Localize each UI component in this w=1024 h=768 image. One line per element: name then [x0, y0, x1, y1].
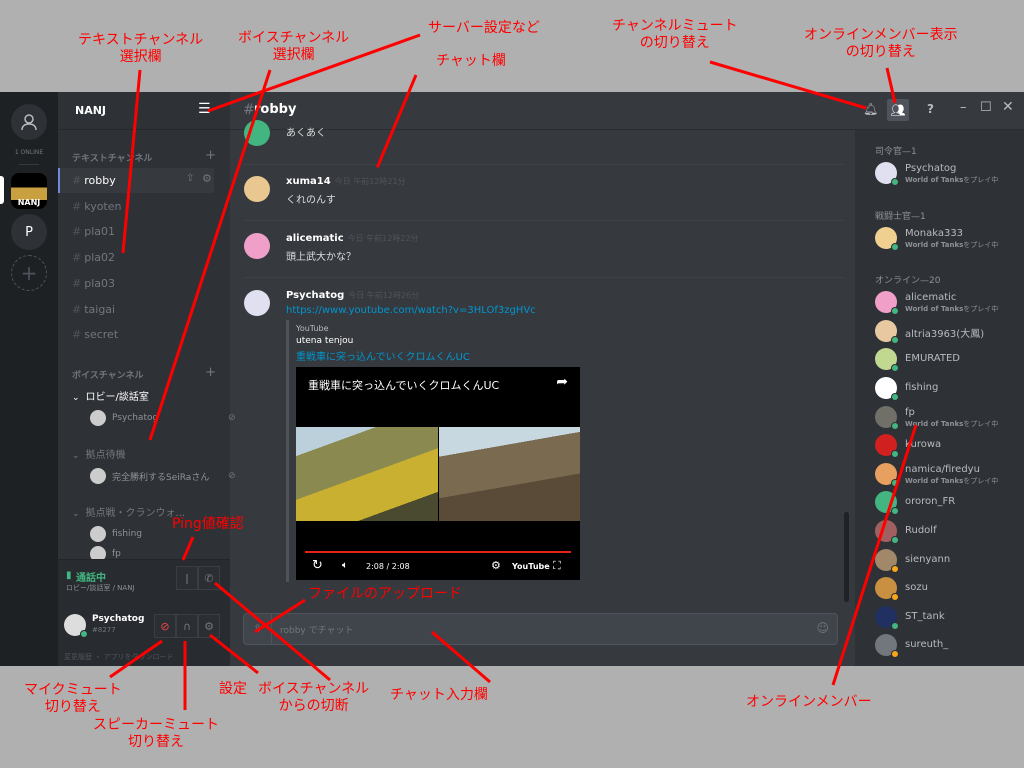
annotation-mic: マイクミュート 切り替え — [24, 682, 122, 716]
annotation-chat-input: チャット入力欄 — [390, 687, 488, 704]
annotation-online-members: オンラインメンバー — [746, 694, 872, 711]
annotation-label: マイクミュート 切り替え — [24, 682, 122, 715]
annotation-chat-area: チャット欄 — [436, 53, 506, 70]
annotation-label: オンラインメンバー — [746, 694, 872, 710]
annotation-label: チャット入力欄 — [390, 687, 488, 703]
annotation-label: サーバー設定など — [428, 20, 540, 36]
annotation-server-settings: サーバー設定など — [428, 20, 540, 37]
annotation-member-toggle: オンラインメンバー表示 の切り替え — [804, 27, 958, 61]
annotation-ping: Ping値確認 — [172, 516, 244, 533]
annotation-label: Ping値確認 — [172, 516, 244, 532]
annotation-label: ファイルのアップロード — [308, 586, 462, 602]
annotation-label: チャット欄 — [436, 53, 506, 69]
annotation-channel-mute: チャンネルミュート の切り替え — [612, 18, 738, 52]
annotation-label: スピーカーミュート 切り替え — [93, 717, 219, 750]
annotation-label: テキストチャンネル 選択欄 — [78, 32, 204, 65]
annotation-label: ボイスチャンネル からの切断 — [258, 681, 370, 714]
annotation-label: ボイスチャンネル 選択欄 — [238, 30, 350, 63]
annotation-settings: 設定 — [219, 681, 247, 698]
annotation-label: オンラインメンバー表示 の切り替え — [804, 27, 958, 60]
annotation-disconnect: ボイスチャンネル からの切断 — [258, 681, 369, 715]
annotation-text-channels: テキストチャンネル 選択欄 — [78, 32, 203, 66]
annotation-speaker: スピーカーミュート 切り替え — [93, 717, 219, 751]
annotation-upload: ファイルのアップロード — [308, 586, 462, 603]
annotation-voice-channels: ボイスチャンネル 選択欄 — [238, 30, 349, 64]
annotation-label: チャンネルミュート の切り替え — [612, 18, 738, 51]
annotation-lines — [109, 33, 918, 710]
annotation-label: 設定 — [219, 681, 247, 697]
